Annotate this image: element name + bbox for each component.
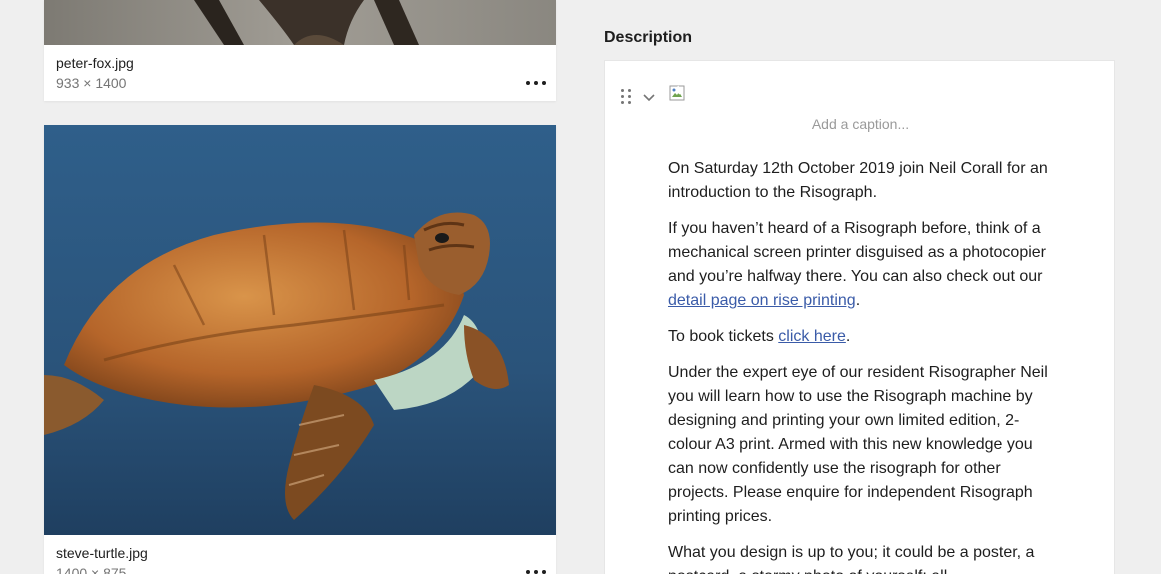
turtle-image-thumbnail[interactable] xyxy=(44,125,556,535)
media-file-name: steve-turtle.jpg xyxy=(56,545,148,561)
more-options-icon[interactable] xyxy=(526,566,546,574)
detail-page-link[interactable]: detail page on rise printing xyxy=(668,292,856,309)
rich-text-content[interactable]: On Saturday 12th October 2019 join Neil … xyxy=(668,157,1058,574)
paragraph-text: . xyxy=(845,328,851,345)
paragraph[interactable]: On Saturday 12th October 2019 join Neil … xyxy=(668,157,1058,205)
broken-image-icon xyxy=(669,85,685,101)
chevron-down-icon[interactable] xyxy=(642,90,656,104)
caption-input[interactable]: Add a caption... xyxy=(605,116,1116,132)
paragraph-text: To book tickets xyxy=(668,328,779,345)
fox-image-thumbnail[interactable] xyxy=(44,0,556,45)
description-heading: Description xyxy=(604,29,693,46)
more-options-icon[interactable] xyxy=(526,77,546,89)
paragraph[interactable]: Under the expert eye of our resident Ris… xyxy=(668,361,1058,529)
paragraph[interactable]: What you design is up to you; it could b… xyxy=(668,541,1058,574)
media-card-peter-fox[interactable]: peter-fox.jpg 933 × 1400 xyxy=(44,0,556,101)
drag-handle-icon[interactable] xyxy=(621,89,631,105)
media-dimensions: 1400 × 875 xyxy=(56,565,127,574)
paragraph[interactable]: To book tickets click here. xyxy=(668,325,1058,349)
paragraph-text: If you haven’t heard of a Risograph befo… xyxy=(668,220,1046,285)
media-card-steve-turtle[interactable]: steve-turtle.jpg 1400 × 875 xyxy=(44,125,556,574)
paragraph-text: . xyxy=(855,292,861,309)
paragraph[interactable]: If you haven’t heard of a Risograph befo… xyxy=(668,217,1058,313)
media-file-name: peter-fox.jpg xyxy=(56,55,134,71)
book-tickets-link[interactable]: click here xyxy=(778,328,846,345)
media-dimensions: 933 × 1400 xyxy=(56,75,127,91)
description-editor[interactable]: Add a caption... On Saturday 12th Octobe… xyxy=(604,60,1115,574)
